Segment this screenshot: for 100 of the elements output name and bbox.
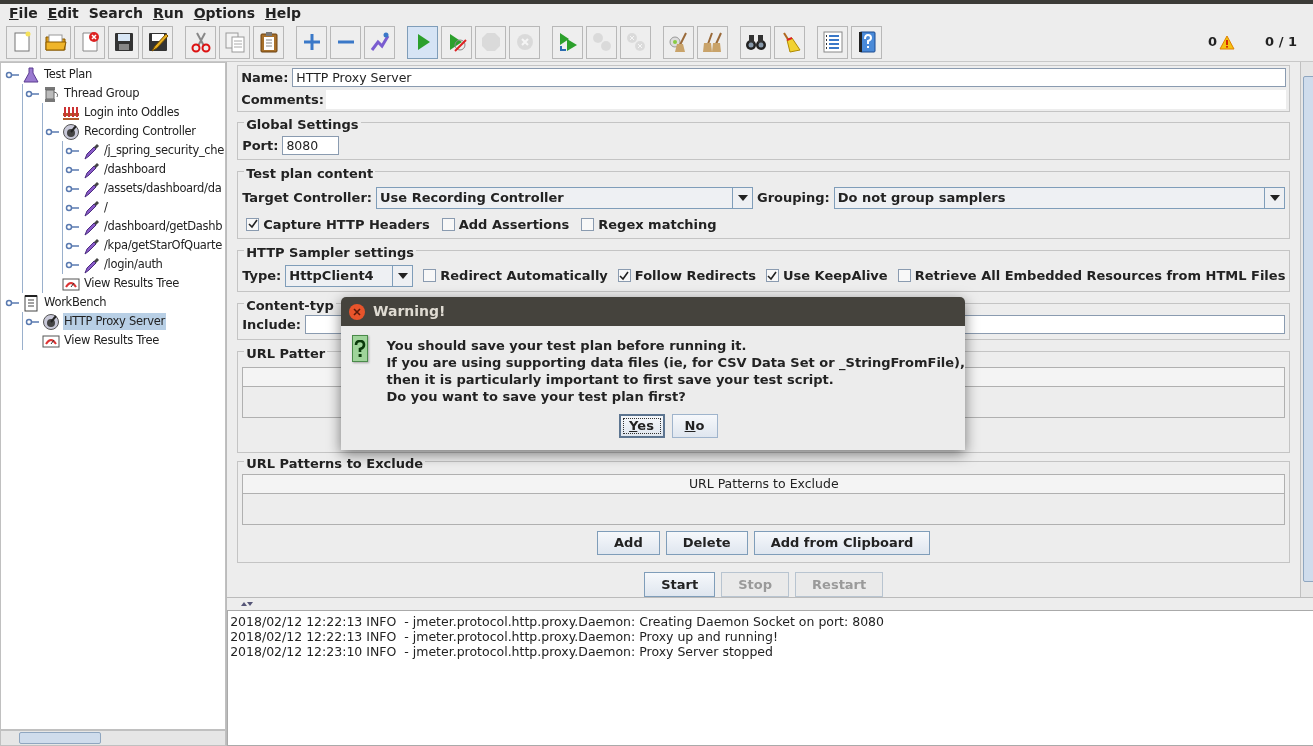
- gauge-icon: [42, 312, 60, 331]
- field-label: Name:: [241, 69, 289, 87]
- tree-handle-icon[interactable]: [5, 69, 19, 80]
- list-icon: [820, 30, 845, 54]
- toolbar-button[interactable]: [253, 25, 284, 59]
- dropdown[interactable]: Do not group samplers: [833, 186, 1286, 209]
- name-field[interactable]: HTTP Proxy Server: [292, 68, 1287, 88]
- dropdown[interactable]: HttpClient4: [285, 264, 414, 287]
- pipette-icon: [82, 236, 100, 255]
- toolbar-button[interactable]: [108, 25, 139, 59]
- dropdown[interactable]: Use Recording Controller: [376, 186, 753, 209]
- field-label: Comments:: [241, 90, 324, 109]
- checkbox[interactable]: [423, 269, 437, 282]
- dialog-title: Warning!: [373, 302, 446, 321]
- toolbar-button[interactable]: [142, 25, 173, 59]
- splitter-arrows-icon[interactable]: [241, 601, 254, 607]
- tree-handle-icon[interactable]: [65, 202, 79, 213]
- close-button[interactable]: [349, 303, 365, 320]
- tree-node-label[interactable]: /j_spring_security_che: [103, 141, 226, 160]
- vertical-scrollbar[interactable]: [1300, 62, 1313, 597]
- tree-node-label[interactable]: Login into Oddles: [83, 103, 181, 122]
- pipette-icon: [82, 198, 100, 217]
- checkbox-label: Capture HTTP Headers: [263, 215, 430, 234]
- tree-node-label[interactable]: View Results Tree: [83, 274, 180, 293]
- tree-handle-icon[interactable]: [65, 221, 79, 232]
- copy-icon: [222, 30, 247, 54]
- action-button[interactable]: Delete: [665, 531, 748, 555]
- tree-node-label[interactable]: View Results Tree: [63, 331, 160, 350]
- spool-icon: [42, 84, 60, 103]
- port-field[interactable]: 8080: [282, 135, 340, 155]
- toolbar-button[interactable]: [740, 25, 771, 59]
- checkbox-label: Follow Redirects: [634, 266, 756, 285]
- tree-node-label[interactable]: /dashboard/getDashb: [103, 217, 224, 236]
- question-icon: [352, 335, 368, 362]
- checkbox-label: Use KeepAlive: [782, 266, 888, 285]
- tree-node-label[interactable]: Thread Group: [63, 84, 141, 103]
- tree-handle-icon[interactable]: [65, 164, 79, 175]
- tree-node-label[interactable]: /kpa/getStarOfQuarte: [103, 236, 224, 255]
- checkbox[interactable]: [441, 217, 455, 231]
- pipette-icon: [82, 217, 100, 236]
- tree-node-label[interactable]: Recording Controller: [83, 122, 197, 141]
- dialog-button[interactable]: Yes: [618, 414, 665, 438]
- field-label: Port:: [242, 136, 279, 155]
- flask-icon: [22, 65, 40, 84]
- tree-handle-icon[interactable]: [25, 316, 39, 327]
- field-label: Include:: [242, 316, 301, 334]
- menu-item[interactable]: Options: [188, 3, 261, 24]
- tree-node-label[interactable]: /assets/dashboard/da: [103, 179, 223, 198]
- checkbox[interactable]: [246, 217, 260, 231]
- checkbox[interactable]: [617, 269, 631, 282]
- tree-handle-icon[interactable]: [65, 240, 79, 251]
- tree-handle-icon[interactable]: [65, 183, 79, 194]
- action-button[interactable]: Start: [644, 572, 716, 597]
- tree-node-label[interactable]: Test Plan: [43, 65, 94, 84]
- checkbox[interactable]: [581, 217, 595, 231]
- dialog-button[interactable]: No: [671, 414, 718, 438]
- checkbox-label: Regex matching: [598, 215, 717, 234]
- tree-handle-icon[interactable]: [45, 126, 59, 137]
- double-broom-icon: [700, 30, 725, 54]
- tree-handle-icon[interactable]: [5, 297, 19, 308]
- toolbar-button[interactable]: [851, 25, 882, 59]
- menu-item[interactable]: Help: [260, 3, 307, 24]
- pipette-icon: [82, 160, 100, 179]
- tree-node-label[interactable]: /: [103, 198, 109, 217]
- checkbox[interactable]: [897, 269, 911, 282]
- log-line: 2018/02/12 12:22:13 INFO - jmeter.protocol.http.proxy.Daemon: Proxy up and running!: [230, 629, 779, 644]
- tree-node-label[interactable]: WorkBench: [43, 293, 108, 312]
- gauge-icon: [62, 122, 80, 141]
- checkbox[interactable]: [765, 269, 779, 282]
- pipette-icon: [82, 179, 100, 198]
- message-line: then it is particularly important to first save your test script.: [386, 371, 835, 388]
- checkbox-label: Retrieve All Embedded Resources from HTML Files: [914, 266, 1286, 285]
- menu-item[interactable]: Search: [83, 3, 148, 24]
- tree-handle-icon[interactable]: [25, 88, 39, 99]
- message-line: You should save your test plan before running it.: [386, 337, 748, 354]
- log-line: 2018/02/12 12:23:10 INFO - jmeter.protocol.http.proxy.Daemon: Proxy Server stopped: [230, 644, 774, 659]
- menu-item[interactable]: Edit: [42, 3, 84, 24]
- tree-node-label[interactable]: /login/auth: [103, 255, 164, 274]
- dropdown-arrow-icon: [737, 194, 748, 201]
- close-icon: [353, 307, 361, 316]
- field-label: Type:: [242, 266, 282, 285]
- checkbox-label: Add Assertions: [458, 215, 570, 234]
- tree-handle-icon[interactable]: [65, 145, 79, 156]
- message-line: If you are using supporting data files (ie, for CSV Data Set or _StringFromFile),: [386, 354, 965, 371]
- tree-node-label[interactable]: /dashboard: [103, 160, 167, 179]
- tree-handle-icon[interactable]: [65, 259, 79, 270]
- thread-count: 0 / 1: [1265, 33, 1297, 52]
- tree-node-label[interactable]: HTTP Proxy Server: [63, 312, 166, 331]
- action-button[interactable]: Add: [597, 531, 660, 555]
- dropdown-arrow-icon: [397, 272, 408, 279]
- error-count: 0: [1208, 33, 1218, 52]
- field-label: Grouping:: [757, 188, 830, 207]
- log-line: 2018/02/12 12:22:13 INFO - jmeter.protocol.http.proxy.Daemon: Creating Daemon Socket on port: 8080: [230, 614, 886, 629]
- menu-item[interactable]: Run: [147, 3, 189, 24]
- action-button[interactable]: Add from Clipboard: [753, 531, 931, 555]
- menu-item[interactable]: File: [4, 3, 43, 24]
- horizontal-scrollbar[interactable]: [0, 730, 227, 746]
- field-label: Target Controller:: [242, 188, 372, 207]
- notepad-icon: [22, 293, 40, 312]
- column-header[interactable]: URL Patterns to Exclude: [243, 475, 1285, 494]
